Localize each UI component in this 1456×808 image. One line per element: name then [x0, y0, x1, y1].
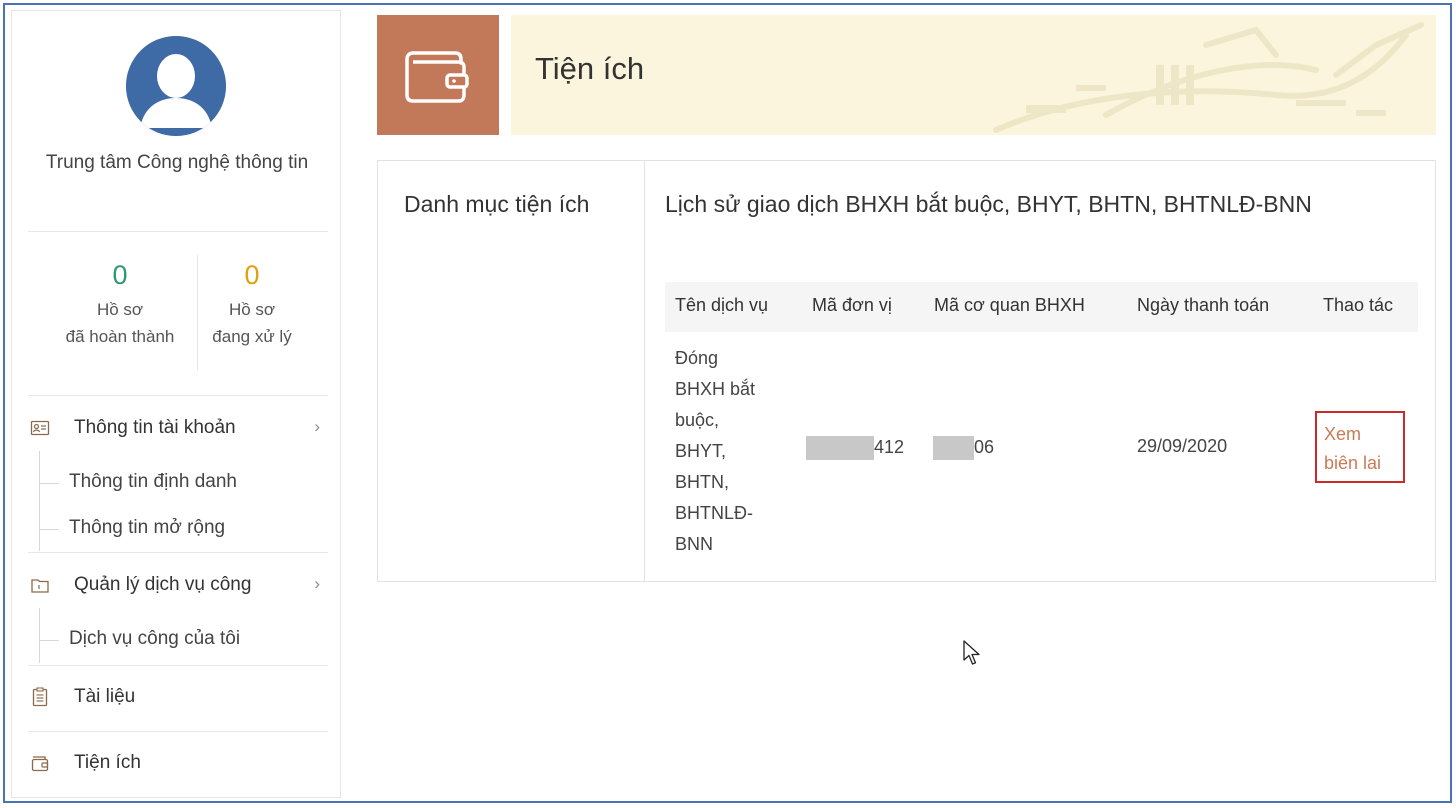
submenu-extended-info[interactable]: Thông tin mở rộng — [69, 517, 225, 539]
menu-public-services-label: Quản lý dịch vụ công — [74, 574, 252, 595]
column-header-payment-date: Ngày thanh toán — [1137, 295, 1270, 315]
divider — [28, 395, 328, 396]
bird-pattern-decoration-icon — [993, 22, 1424, 133]
tree-tick — [39, 640, 59, 641]
redacted-mask — [806, 436, 874, 460]
service-name-line: BNN — [675, 534, 714, 554]
sidebar: Trung tâm Công nghệ thông tin 0 Hồ sơ đã… — [11, 10, 341, 798]
table-header: Tên dịch vụ Mã đơn vị Mã cơ quan BHXH Ng… — [665, 282, 1418, 332]
stat-processing-label-2: đang xử lý — [212, 327, 292, 346]
menu-utilities-label: Tiện ích — [74, 752, 141, 773]
category-title: Danh mục tiện ích — [404, 191, 590, 217]
unit-code-cell: 412 — [806, 436, 904, 460]
stat-completed-label-1: Hồ sơ — [96, 300, 144, 319]
column-header-action: Thao tác — [1323, 295, 1394, 315]
menu-public-services[interactable]: Quản lý dịch vụ công › — [20, 565, 330, 605]
menu-account-info[interactable]: Thông tin tài khoản › — [20, 408, 330, 448]
tree-tick — [39, 529, 59, 530]
content-panel: Danh mục tiện ích Lịch sử giao dịch BHXH… — [377, 160, 1436, 582]
service-name-cell: Đóng BHXH bắt buộc, BHYT, BHTN, BHTNLĐ- … — [675, 343, 785, 560]
avatar — [126, 36, 226, 136]
folder-icon — [30, 574, 50, 596]
column-header-unit-code: Mã đơn vị — [812, 295, 892, 315]
service-name-line: buộc, — [675, 410, 720, 430]
header-icon-box — [377, 15, 499, 135]
stat-completed-label-2: đã hoàn thành — [65, 327, 175, 346]
tree-tick — [39, 483, 59, 484]
service-name-line: BHTNLĐ- — [675, 503, 754, 523]
view-receipt-link-line: biên lai — [1324, 453, 1382, 473]
divider — [28, 231, 328, 232]
document-icon — [30, 686, 50, 708]
agency-code-cell: 06 — [933, 436, 994, 460]
wallet-icon — [30, 752, 50, 774]
divider — [28, 731, 328, 732]
view-receipt-link[interactable]: Xem biên lai — [1324, 420, 1403, 478]
chevron-right-icon: › — [314, 574, 320, 593]
page-title: Tiện ích — [535, 51, 645, 86]
column-header-agency-code: Mã cơ quan BHXH — [934, 295, 1085, 315]
menu-account-info-label: Thông tin tài khoản — [74, 417, 236, 438]
wallet-icon — [405, 51, 469, 103]
service-name-line: BHTN, — [675, 472, 729, 492]
divider — [28, 552, 328, 553]
id-card-icon — [30, 417, 50, 439]
submenu-identity-info[interactable]: Thông tin định danh — [69, 471, 237, 493]
agency-code-suffix: 06 — [974, 436, 995, 457]
stat-completed[interactable]: 0 Hồ sơ đã hoàn thành — [45, 257, 195, 350]
service-name-line: BHYT, — [675, 441, 727, 461]
stat-processing[interactable]: 0 Hồ sơ đang xử lý — [177, 257, 327, 350]
tree-line — [39, 451, 40, 551]
view-receipt-link-line: Xem — [1324, 424, 1362, 444]
service-name-line: BHXH bắt — [675, 379, 756, 399]
tree-line — [39, 608, 40, 663]
section-title: Lịch sử giao dịch BHXH bắt buộc, BHYT, B… — [665, 191, 1312, 217]
menu-documents[interactable]: Tài liệu — [20, 677, 330, 717]
view-receipt-highlight: Xem biên lai — [1315, 411, 1405, 483]
stat-processing-label-1: Hồ sơ — [228, 300, 276, 319]
column-header-service-name: Tên dịch vụ — [675, 295, 769, 315]
unit-code-suffix: 412 — [874, 436, 905, 457]
stat-completed-count: 0 — [112, 260, 128, 290]
payment-date-cell: 29/09/2020 — [1137, 436, 1228, 456]
panel-divider — [644, 161, 645, 581]
service-name-line: Đóng — [675, 348, 719, 368]
menu-utilities[interactable]: Tiện ích — [20, 743, 330, 783]
mouse-pointer-icon — [963, 640, 980, 665]
organization-name: Trung tâm Công nghệ thông tin — [45, 152, 309, 173]
chevron-right-icon: › — [314, 417, 320, 436]
user-avatar-icon — [126, 36, 226, 136]
redacted-mask — [933, 436, 974, 460]
stat-processing-count: 0 — [244, 260, 260, 290]
submenu-my-public-services[interactable]: Dịch vụ công của tôi — [69, 628, 240, 650]
menu-documents-label: Tài liệu — [74, 686, 136, 707]
divider — [28, 665, 328, 666]
header-banner: Tiện ích — [511, 15, 1436, 135]
